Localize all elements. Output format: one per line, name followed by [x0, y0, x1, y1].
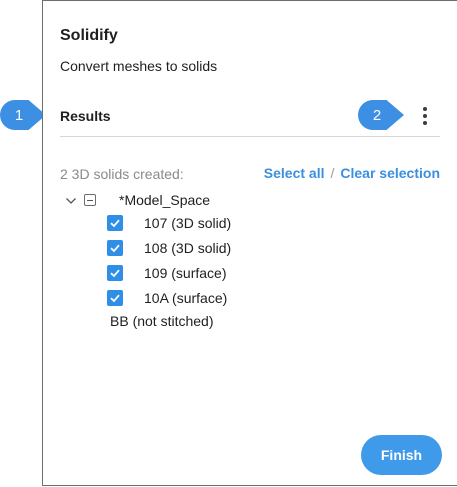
chevron-down-icon[interactable] [65, 194, 77, 206]
tree-root-model-space: *Model_Space [65, 190, 210, 210]
results-heading: Results [60, 108, 111, 124]
minus-square-icon[interactable] [84, 194, 96, 206]
checkbox-checked[interactable] [107, 265, 123, 281]
solidify-panel: Solidify Convert meshes to solids Result… [42, 0, 457, 486]
tree-item-label: 109 (surface) [144, 265, 227, 281]
finish-button[interactable]: Finish [361, 435, 442, 475]
tree-root-label: *Model_Space [119, 192, 211, 208]
not-stitched-item: BB (not stitched) [110, 313, 214, 329]
tree-item-label: 107 (3D solid) [144, 215, 232, 231]
selection-links: Select all / Clear selection [264, 165, 440, 181]
created-count-text: 2 3D solids created: [60, 166, 184, 182]
select-all-link[interactable]: Select all [264, 165, 325, 181]
checkbox-checked[interactable] [107, 215, 123, 231]
tree-item: 10A (surface) [107, 288, 227, 308]
tree-item-label: 10A (surface) [144, 290, 228, 306]
tree-item: 109 (surface) [107, 263, 226, 283]
callout-1: 1 [0, 100, 46, 130]
tree-item: 108 (3D solid) [107, 238, 231, 258]
tree-item-label: 108 (3D solid) [144, 240, 232, 256]
link-separator: / [330, 165, 335, 181]
tree-item: 107 (3D solid) [107, 213, 231, 233]
checkbox-checked[interactable] [107, 290, 123, 306]
divider [60, 136, 440, 137]
more-vertical-icon[interactable] [417, 105, 433, 127]
clear-selection-link[interactable]: Clear selection [340, 165, 440, 181]
callout-1-label: 1 [14, 106, 24, 124]
checkbox-checked[interactable] [107, 240, 123, 256]
panel-title: Solidify [60, 27, 118, 44]
panel-subtitle: Convert meshes to solids [60, 58, 218, 74]
callout-2-label: 2 [372, 106, 382, 124]
